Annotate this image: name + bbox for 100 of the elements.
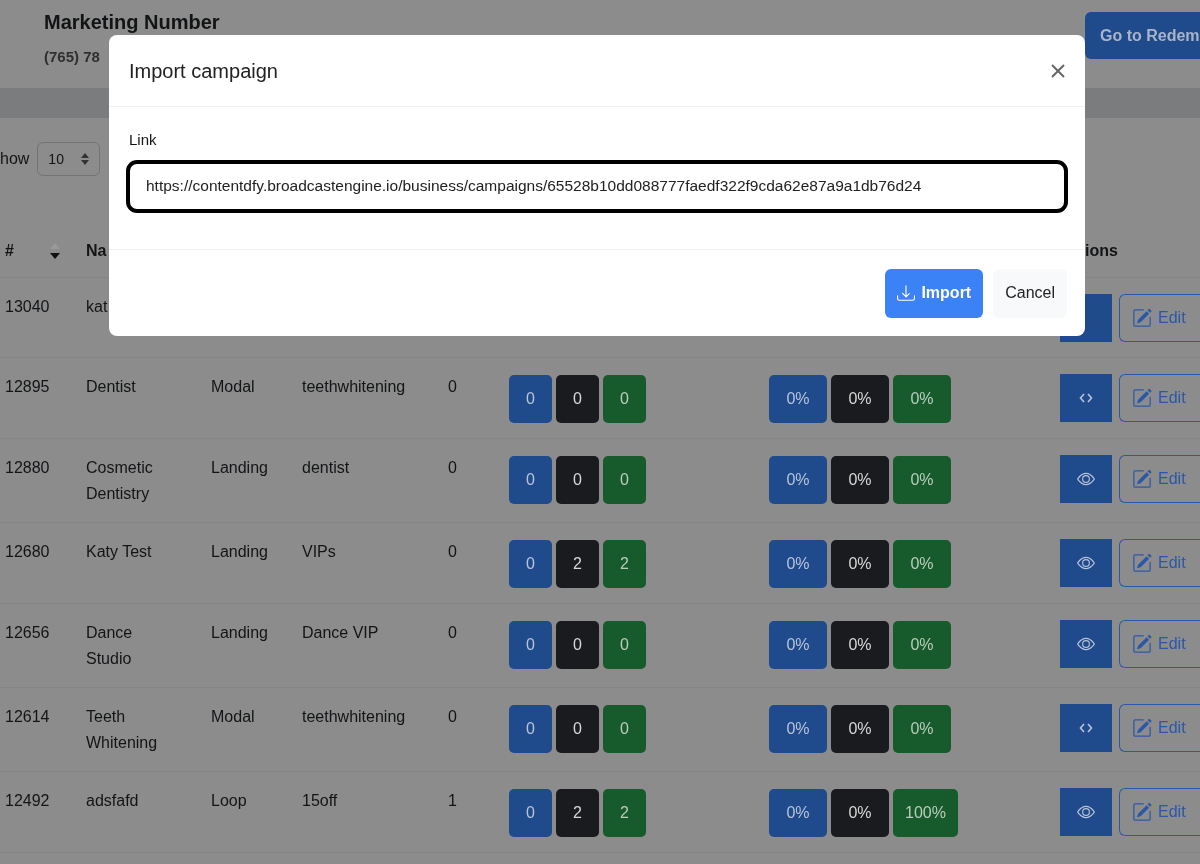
sort-arrows-icon: [81, 153, 90, 165]
rate-badge: 0%: [831, 540, 889, 588]
campaign-type: Landing: [211, 624, 268, 641]
row-id: 12880: [5, 459, 50, 476]
rate-badge: 0%: [769, 789, 827, 837]
download-icon: [897, 284, 916, 302]
rate-badge: 0%: [769, 456, 827, 504]
campaign-name: Katy Test: [86, 542, 152, 562]
keyword: 15off: [302, 792, 338, 809]
rate-badge: 0%: [769, 705, 827, 753]
campaign-type: Modal: [211, 708, 255, 725]
eye-icon: [1077, 635, 1095, 653]
campaign-name: Cosmetic Dentistry: [86, 458, 154, 504]
column-header[interactable]: Na: [86, 242, 107, 259]
edit-button[interactable]: Edit: [1119, 294, 1200, 342]
edit-button[interactable]: Edit: [1119, 620, 1200, 668]
rate-badge: 0%: [831, 375, 889, 423]
count: 0: [448, 459, 457, 476]
stat-badge: 0: [509, 540, 552, 588]
edit-button[interactable]: Edit: [1119, 788, 1200, 836]
rate-badge: 0%: [831, 456, 889, 504]
count: 0: [448, 624, 457, 641]
row-id: 13040: [5, 298, 50, 315]
column-header[interactable]: #: [5, 239, 14, 263]
rate-badge: 0%: [893, 540, 951, 588]
edit-button[interactable]: Edit: [1119, 704, 1200, 752]
stat-badge: 2: [556, 789, 599, 837]
cancel-button[interactable]: Cancel: [993, 268, 1067, 318]
stat-badge: 0: [603, 456, 646, 504]
stat-badge: 0: [556, 621, 599, 669]
stat-badge: 0: [509, 705, 552, 753]
phone-number: (765) 78: [44, 47, 101, 67]
rate-badge: 0%: [893, 705, 951, 753]
rate-badge: 0%: [831, 789, 889, 837]
rate-badge: 100%: [893, 789, 958, 837]
count: 0: [448, 378, 457, 395]
keyword: dentist: [302, 459, 350, 476]
stat-badge: 0: [509, 456, 552, 504]
edit-button[interactable]: Edit: [1119, 374, 1200, 422]
stat-badge: 0: [603, 705, 646, 753]
keyword: Dance VIP: [302, 624, 379, 641]
column-header[interactable]: ions: [1085, 242, 1118, 259]
stat-badge: 0: [556, 705, 599, 753]
edit-icon: [1132, 469, 1152, 489]
campaign-name: Teeth Whitening: [86, 707, 159, 753]
stat-badge: 2: [603, 540, 646, 588]
row-id: 12614: [5, 708, 50, 725]
campaign-type: Landing: [211, 459, 268, 476]
row-id: 12895: [5, 378, 50, 395]
campaign-type: Modal: [211, 378, 255, 395]
edit-icon: [1132, 388, 1152, 408]
edit-icon: [1132, 802, 1152, 822]
page-size-select[interactable]: 10: [37, 142, 101, 176]
redeem-button[interactable]: Go to Redem: [1085, 12, 1200, 59]
edit-icon: [1132, 553, 1152, 573]
show-label: how: [0, 149, 30, 169]
keyword: teethwhitening: [302, 378, 406, 395]
stat-badge: 0: [556, 375, 599, 423]
stat-badge: 0: [603, 375, 646, 423]
link-input[interactable]: https://contentdfy.broadcastengine.io/business/campaigns/65528b10dd088777faedf322f9cda62e87a9a1db76d24: [126, 159, 1068, 213]
sort-icon[interactable]: [49, 243, 60, 259]
keyword: teethwhitening: [302, 708, 406, 725]
rate-badge: 0%: [893, 621, 951, 669]
stat-badge: 2: [556, 540, 599, 588]
edit-button[interactable]: Edit: [1119, 539, 1200, 587]
rate-badge: 0%: [831, 621, 889, 669]
stat-badge: 2: [603, 789, 646, 837]
rate-badge: 0%: [769, 540, 827, 588]
import-button[interactable]: Import: [885, 268, 984, 318]
campaign-type: Landing: [211, 543, 268, 560]
campaign-type: Loop: [211, 792, 247, 809]
rate-badge: 0%: [769, 621, 827, 669]
rate-badge: 0%: [831, 705, 889, 753]
stat-badge: 0: [556, 456, 599, 504]
rate-badge: 0%: [893, 456, 951, 504]
keyword: VIPs: [302, 543, 336, 560]
campaign-name: kat: [86, 297, 108, 317]
dialog-title: Import campaign: [129, 58, 278, 83]
eye-icon: [1077, 803, 1095, 821]
stat-badge: 0: [509, 621, 552, 669]
row-id: 12656: [5, 624, 50, 641]
campaign-name: Dance Studio: [86, 623, 134, 669]
eye-icon: [1077, 470, 1095, 488]
count: 1: [448, 792, 457, 809]
campaign-name: adsfafd: [86, 791, 139, 811]
close-button[interactable]: [1051, 63, 1065, 78]
count: 0: [448, 543, 457, 560]
rate-badge: 0%: [769, 375, 827, 423]
field-label: Link: [129, 130, 158, 150]
edit-icon: [1132, 308, 1152, 328]
stat-badge: 0: [509, 789, 552, 837]
stat-badge: 0: [509, 375, 552, 423]
count: 0: [448, 708, 457, 725]
stat-badge: 0: [603, 621, 646, 669]
edit-button[interactable]: Edit: [1119, 455, 1200, 503]
page-title: Marketing Number: [44, 10, 220, 34]
eye-icon: [1077, 554, 1095, 572]
edit-icon: [1132, 718, 1152, 738]
campaign-name: Dentist: [86, 377, 136, 397]
row-id: 12680: [5, 543, 50, 560]
